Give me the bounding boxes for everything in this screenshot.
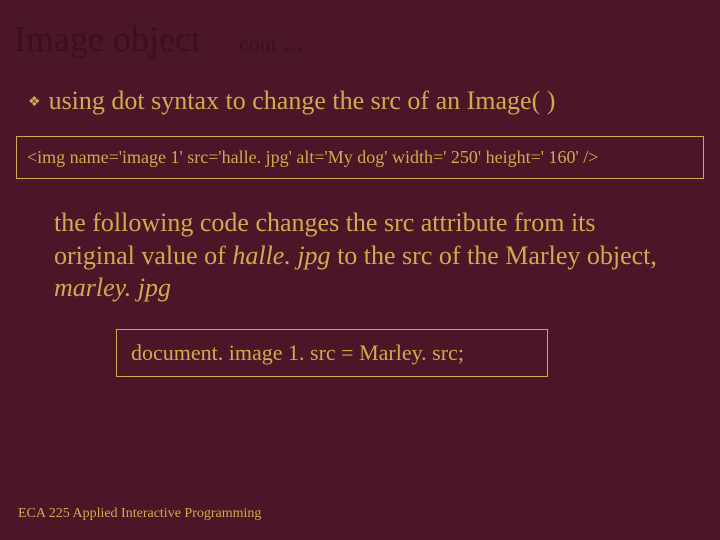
slide-cont: cont … <box>239 31 304 57</box>
bullet-row: ❖ using dot syntax to change the src of … <box>0 60 720 116</box>
bullet-text: using dot syntax to change the src of an… <box>49 86 556 116</box>
paragraph: the following code changes the src attri… <box>54 207 660 305</box>
diamond-icon: ❖ <box>28 94 41 111</box>
code-block-assignment: document. image 1. src = Marley. src; <box>116 329 548 377</box>
footer-text: ECA 225 Applied Interactive Programming <box>18 506 261 522</box>
title-row: Image object cont … <box>0 0 720 60</box>
slide-title: Image object <box>14 18 201 60</box>
para-italic-2: marley. jpg <box>54 273 171 302</box>
code-block-img-tag: <img name='image 1' src='halle. jpg' alt… <box>16 136 704 179</box>
para-text-2: to the src of the Marley object, <box>331 241 657 270</box>
para-italic-1: halle. jpg <box>232 241 330 270</box>
